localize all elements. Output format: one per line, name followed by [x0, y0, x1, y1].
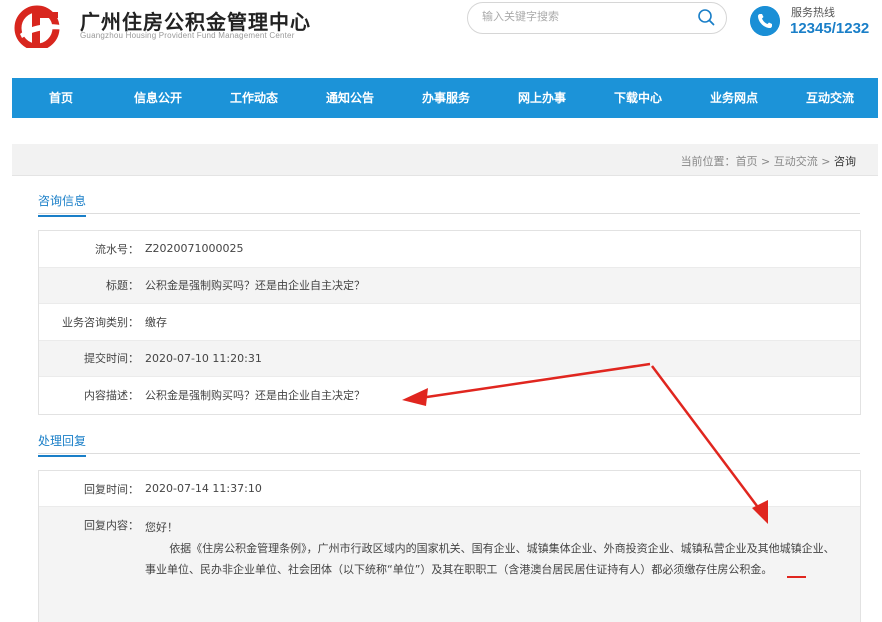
section-divider	[38, 453, 860, 454]
row-value: Z2020071000025	[145, 242, 244, 256]
nav-item-interaction[interactable]: 互动交流	[782, 78, 878, 118]
nav-item-notices[interactable]: 通知公告	[302, 78, 398, 118]
reply-content: 您好！ 依据《住房公积金管理条例》，广州市行政区域内的国家机关、国有企业、城镇集…	[145, 517, 845, 580]
row-label: 业务咨询类别：	[62, 315, 139, 329]
nav-item-branches[interactable]: 业务网点	[686, 78, 782, 118]
hotline-label: 服务热线	[791, 6, 835, 19]
breadcrumb: 当前位置：首页 > 互动交流 > 咨询	[681, 153, 856, 169]
search-input[interactable]	[482, 5, 682, 27]
row-value: 公积金是强制购买吗？还是由企业自主决定？	[145, 389, 365, 403]
section-divider	[38, 213, 860, 214]
breadcrumb-prefix: 当前位置：	[680, 155, 736, 168]
breadcrumb-parent[interactable]: 互动交流	[774, 155, 818, 168]
table-row: 业务咨询类别： 缴存	[39, 304, 860, 341]
reply-time-value: 2020-07-14 11:37:10	[145, 482, 262, 495]
reply-time-label: 回复时间：	[84, 482, 139, 496]
table-row: 回复时间： 2020-07-14 11:37:10	[39, 471, 860, 507]
phone-icon	[750, 6, 780, 36]
breadcrumb-sep: >	[757, 155, 774, 168]
nav-item-online[interactable]: 网上办事	[494, 78, 590, 118]
reply-content-label: 回复内容：	[84, 519, 139, 532]
search-box	[467, 2, 727, 34]
table-row: 回复内容： 您好！ 依据《住房公积金管理条例》，广州市行政区域内的国家机关、国有…	[39, 507, 860, 622]
reply-paragraph: 依据《住房公积金管理条例》，广州市行政区域内的国家机关、国有企业、城镇集体企业、…	[145, 542, 835, 576]
reply-table: 回复时间： 2020-07-14 11:37:10 回复内容： 您好！ 依据《住…	[38, 470, 861, 622]
breadcrumb-current: 咨询	[834, 155, 856, 168]
row-value: 2020-07-10 11:20:31	[145, 351, 262, 365]
consult-info-table: 流水号： Z2020071000025 标题： 公积金是强制购买吗？还是由企业自…	[38, 230, 861, 415]
main-nav: 首页 信息公开 工作动态 通知公告 办事服务 网上办事 下载中心 业务网点 互动…	[12, 78, 878, 118]
breadcrumb-bar: 当前位置：首页 > 互动交流 > 咨询	[12, 144, 878, 176]
search-icon[interactable]	[696, 7, 716, 27]
row-value: 公积金是强制购买吗？还是由企业自主决定？	[145, 279, 365, 293]
row-label: 标题：	[106, 279, 139, 293]
row-value: 缴存	[145, 315, 167, 329]
site-header: 广州住房公积金管理中心 Guangzhou Housing Provident …	[0, 0, 882, 78]
table-row: 内容描述： 公积金是强制购买吗？还是由企业自主决定？	[39, 377, 860, 414]
row-label: 提交时间：	[84, 352, 139, 366]
breadcrumb-home[interactable]: 首页	[736, 155, 758, 168]
table-row: 提交时间： 2020-07-10 11:20:31	[39, 340, 860, 377]
hotline-number: 12345/1232	[790, 20, 870, 37]
table-row: 标题： 公积金是强制购买吗？还是由企业自主决定？	[39, 267, 860, 304]
breadcrumb-sep: >	[817, 155, 834, 168]
nav-item-services[interactable]: 办事服务	[398, 78, 494, 118]
nav-item-work-news[interactable]: 工作动态	[206, 78, 302, 118]
site-subtitle: Guangzhou Housing Provident Fund Managem…	[80, 31, 295, 40]
logo-icon[interactable]	[12, 4, 70, 48]
nav-item-home[interactable]: 首页	[12, 78, 110, 118]
row-label: 内容描述：	[84, 389, 139, 403]
table-row: 流水号： Z2020071000025	[39, 231, 860, 268]
reply-greeting: 您好！	[145, 521, 178, 534]
nav-item-downloads[interactable]: 下载中心	[590, 78, 686, 118]
row-label: 流水号：	[95, 242, 139, 256]
nav-item-info-disclosure[interactable]: 信息公开	[110, 78, 206, 118]
